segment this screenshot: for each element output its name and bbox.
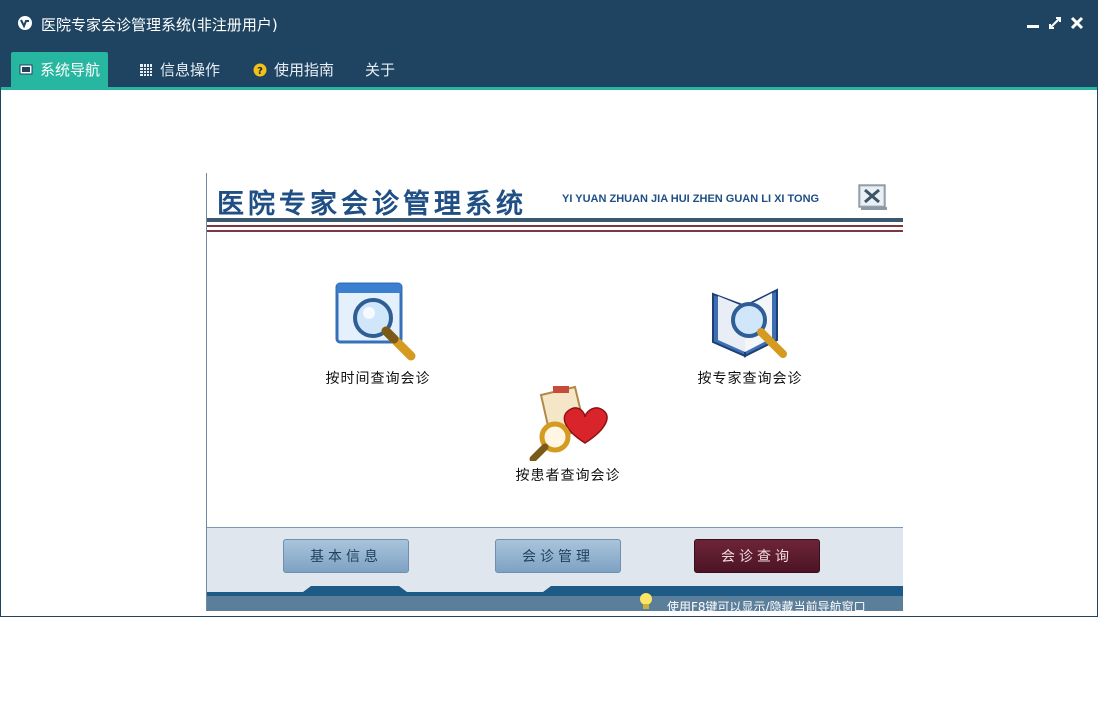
consultation-query-button[interactable]: 会诊查询 (694, 539, 820, 573)
menu-bar: 系统导航 信息操作 ? 使用指南 关于 (1, 47, 1097, 90)
feature-query-by-time[interactable]: 按时间查询会诊 (313, 280, 443, 388)
feature-label: 按时间查询会诊 (325, 371, 431, 387)
footer-wave (207, 586, 903, 596)
search-heart-icon (529, 385, 608, 461)
feature-query-by-expert[interactable]: 按专家查询会诊 (685, 280, 815, 388)
minimize-icon[interactable] (1025, 15, 1041, 31)
footer-tip: 使用F8键可以显示/隐藏当前导航窗口 (667, 600, 866, 611)
feature-query-by-patient[interactable]: 按患者查询会诊 (503, 385, 633, 485)
consultation-management-button[interactable]: 会诊管理 (495, 539, 621, 573)
grid-icon (140, 63, 152, 76)
menu-system-nav[interactable]: 系统导航 (11, 52, 109, 87)
menu-label: 关于 (365, 61, 396, 79)
title-bar: 医院专家会诊管理系统(非注册用户) (1, 1, 1097, 47)
nav-footer: 基本信息 会诊管理 会诊查询 使用F8键可以显示/隐藏当前导航窗口 (207, 527, 903, 611)
header-divider (207, 230, 903, 232)
panel-close-icon[interactable] (857, 183, 887, 211)
menu-info-ops[interactable]: 信息操作 (131, 52, 228, 87)
window-controls (1025, 15, 1085, 31)
lightbulb-icon (640, 593, 652, 609)
window-title: 医院专家会诊管理系统(非注册用户) (41, 16, 278, 34)
app-logo-icon (18, 16, 32, 30)
nav-pinyin: YI YUAN ZHUAN JIA HUI ZHEN GUAN LI XI TO… (562, 193, 820, 205)
nav-title: 医院专家会诊管理系统 (217, 189, 527, 220)
basic-info-button[interactable]: 基本信息 (283, 539, 409, 573)
close-icon[interactable] (1069, 15, 1085, 31)
nav-header: 医院专家会诊管理系统 YI YUAN ZHUAN JIA HUI ZHEN GU… (207, 173, 903, 235)
navigation-panel: 医院专家会诊管理系统 YI YUAN ZHUAN JIA HUI ZHEN GU… (206, 173, 903, 611)
search-book-icon (712, 288, 787, 358)
menu-label: 系统导航 (40, 61, 101, 79)
menu-about[interactable]: 关于 (357, 52, 403, 87)
menu-user-guide[interactable]: ? 使用指南 (245, 52, 342, 87)
svg-text:?: ? (257, 66, 263, 77)
feature-label: 按专家查询会诊 (697, 371, 803, 387)
menu-label: 使用指南 (274, 61, 335, 79)
menu-label: 信息操作 (160, 61, 221, 79)
header-divider (207, 218, 903, 222)
restore-icon[interactable] (1047, 15, 1063, 31)
search-window-icon (335, 282, 416, 361)
monitor-icon (19, 64, 33, 74)
help-icon: ? (253, 63, 267, 77)
feature-label: 按患者查询会诊 (515, 468, 621, 484)
header-divider (207, 225, 903, 227)
